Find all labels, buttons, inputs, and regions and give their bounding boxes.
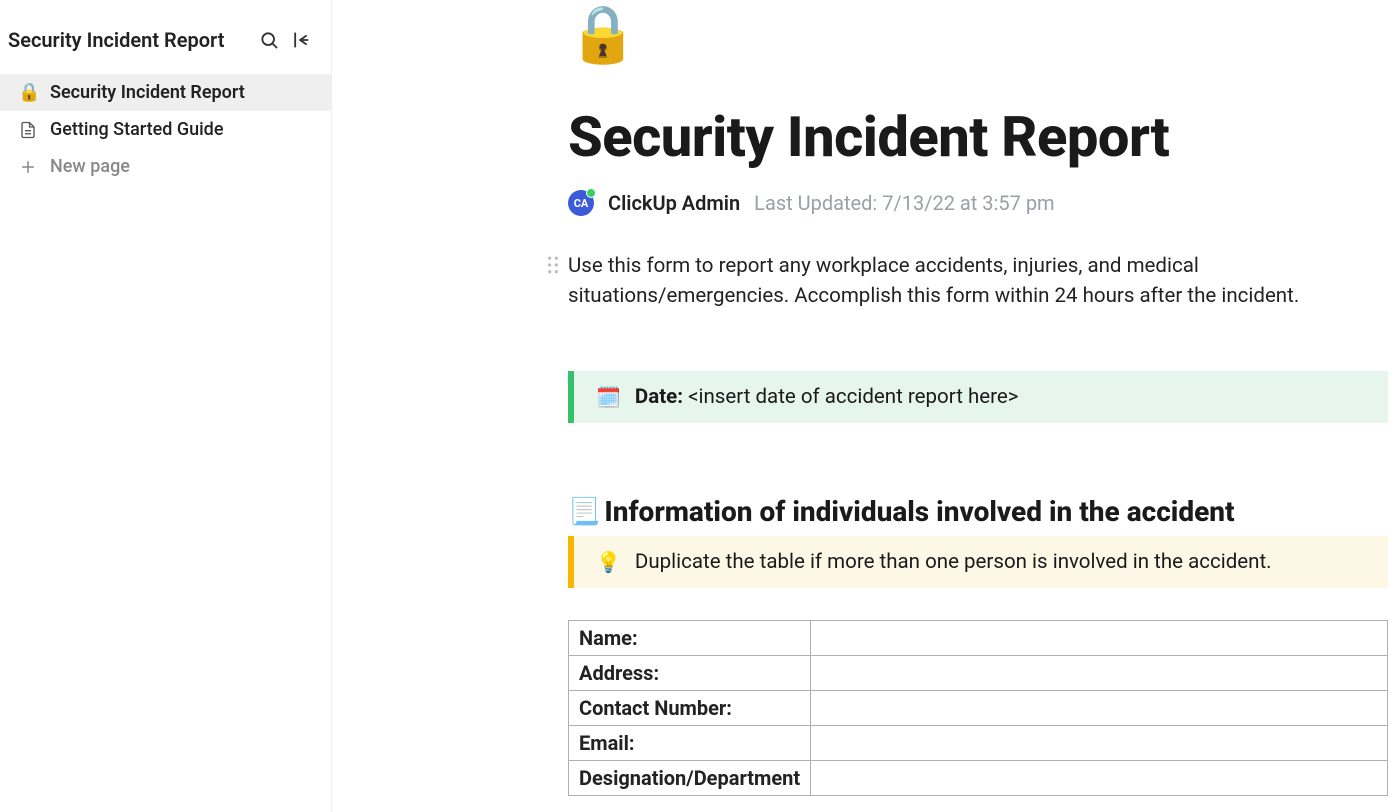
search-icon <box>259 30 279 50</box>
document-content: 🔒 Security Incident Report CA ClickUp Ad… <box>568 0 1398 796</box>
last-updated-label: Last Updated: <box>754 191 877 215</box>
drag-handle-icon[interactable] <box>546 256 560 274</box>
date-placeholder: <insert date of accident report here> <box>688 385 1018 409</box>
table-row-label[interactable]: Contact Number: <box>569 691 811 726</box>
date-callout[interactable]: 🗓️ Date: <insert date of accident report… <box>568 371 1388 423</box>
section-individuals-heading[interactable]: 📃Information of individuals involved in … <box>568 495 1388 528</box>
search-button[interactable] <box>253 24 285 56</box>
document-title[interactable]: Security Incident Report <box>568 104 1388 170</box>
table-row[interactable]: Email: <box>569 726 1388 761</box>
table-row-value[interactable] <box>811 761 1388 796</box>
plus-icon <box>18 158 38 176</box>
table-row[interactable]: Contact Number: <box>569 691 1388 726</box>
table-row[interactable]: Designation/Department <box>569 761 1388 796</box>
page-icon: 📃 <box>568 497 600 527</box>
table-row-label[interactable]: Designation/Department <box>569 761 811 796</box>
document-main: 🔒 Security Incident Report CA ClickUp Ad… <box>332 0 1400 812</box>
table-row-label[interactable]: Name: <box>569 621 811 656</box>
date-label: Date: <box>635 385 683 409</box>
document-icon <box>18 121 38 139</box>
table-row-value[interactable] <box>811 691 1388 726</box>
table-row[interactable]: Name: <box>569 621 1388 656</box>
lock-icon: 🔒 <box>18 82 38 103</box>
table-row-label[interactable]: Address: <box>569 656 811 691</box>
sidebar-header: Security Incident Report <box>0 0 331 74</box>
calendar-icon: 🗓️ <box>596 385 621 409</box>
table-row[interactable]: Address: <box>569 656 1388 691</box>
hint-text: Duplicate the table if more than one per… <box>635 550 1272 574</box>
sidebar-item-security-incident-report[interactable]: 🔒 Security Incident Report <box>0 74 331 111</box>
sidebar-item-label: Getting Started Guide <box>50 119 223 140</box>
document-meta: CA ClickUp Admin Last Updated: 7/13/22 a… <box>568 190 1388 216</box>
section-title-text: Information of individuals involved in t… <box>604 495 1234 528</box>
author-avatar[interactable]: CA <box>568 190 594 216</box>
sidebar-new-page[interactable]: New page <box>0 148 331 185</box>
date-callout-text: Date: <insert date of accident report he… <box>635 385 1019 409</box>
individuals-table[interactable]: Name: Address: Contact Number: Email: De… <box>568 620 1388 796</box>
document-header-icon[interactable]: 🔒 <box>568 0 1388 62</box>
collapse-sidebar-button[interactable] <box>285 24 317 56</box>
table-row-label[interactable]: Email: <box>569 726 811 761</box>
intro-block[interactable]: Use this form to report any workplace ac… <box>568 252 1388 311</box>
sidebar-item-label: Security Incident Report <box>50 82 245 103</box>
table-row-value[interactable] <box>811 621 1388 656</box>
last-updated: Last Updated: 7/13/22 at 3:57 pm <box>754 191 1054 215</box>
table-row-value[interactable] <box>811 656 1388 691</box>
last-updated-value: 7/13/22 at 3:57 pm <box>882 191 1054 215</box>
lightbulb-icon: 💡 <box>596 550 621 574</box>
new-page-label: New page <box>50 156 130 177</box>
sidebar-nav: 🔒 Security Incident Report Getting Start… <box>0 74 331 185</box>
author-name: ClickUp Admin <box>608 191 740 215</box>
lock-icon: 🔒 <box>568 1 638 67</box>
table-row-value[interactable] <box>811 726 1388 761</box>
hint-callout[interactable]: 💡 Duplicate the table if more than one p… <box>568 536 1388 588</box>
sidebar-item-getting-started-guide[interactable]: Getting Started Guide <box>0 111 331 148</box>
intro-text: Use this form to report any workplace ac… <box>568 252 1388 311</box>
sidebar: Security Incident Report 🔒 Security Inci… <box>0 0 332 812</box>
sidebar-title: Security Incident Report <box>8 28 253 52</box>
collapse-icon <box>291 30 311 50</box>
